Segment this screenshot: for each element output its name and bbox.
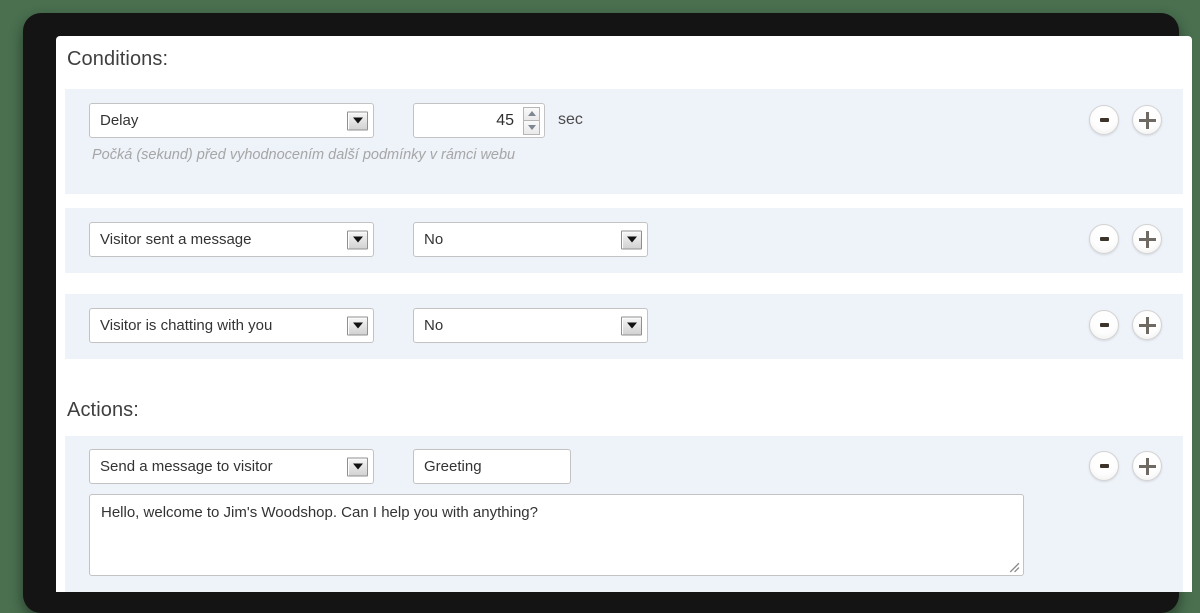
action-row-send-message: Send a message to visitor Greeting Hello… (65, 436, 1183, 592)
condition-row-visitor-chatting: Visitor is chatting with you No (65, 294, 1183, 359)
action-type-label: Send a message to visitor (100, 458, 273, 475)
condition-type-label-1: Visitor sent a message (100, 231, 252, 248)
minus-icon (1099, 464, 1109, 468)
action-message-value: Hello, welcome to Jim's Woodshop. Can I … (101, 504, 538, 521)
window-frame: Conditions: Delay 45 sec Počká (sekund) … (23, 13, 1192, 613)
add-action-button[interactable] (1132, 451, 1162, 481)
chevron-down-icon[interactable] (347, 111, 368, 130)
add-condition-button-1[interactable] (1132, 224, 1162, 254)
page-title-conditions: Conditions: (67, 48, 169, 70)
condition-type-label-0: Delay (100, 112, 139, 129)
condition-row-delay: Delay 45 sec Počká (sekund) před vyhodno… (65, 89, 1183, 194)
spinner-up-icon[interactable] (523, 106, 540, 120)
spinner-down-icon[interactable] (523, 120, 540, 135)
plus-icon (1138, 111, 1156, 129)
delay-unit-label: sec (558, 111, 583, 128)
chevron-down-icon[interactable] (347, 457, 368, 476)
minus-icon (1099, 237, 1109, 241)
condition-value-label-1: No (424, 231, 444, 248)
add-condition-button-2[interactable] (1132, 310, 1162, 340)
chevron-down-icon[interactable] (347, 230, 368, 249)
spinner-control[interactable] (523, 106, 540, 135)
minus-icon (1099, 118, 1109, 122)
settings-card: Conditions: Delay 45 sec Počká (sekund) … (56, 36, 1192, 592)
remove-condition-button-0[interactable] (1089, 105, 1119, 135)
condition-type-select-2[interactable]: Visitor is chatting with you (89, 308, 374, 343)
action-type-select[interactable]: Send a message to visitor (89, 449, 374, 484)
condition-type-label-2: Visitor is chatting with you (100, 317, 273, 334)
action-name-value: Greeting (424, 458, 482, 475)
resize-handle-icon[interactable] (1007, 560, 1020, 573)
plus-icon (1138, 316, 1156, 334)
chevron-down-icon[interactable] (621, 230, 642, 249)
condition-type-select-1[interactable]: Visitor sent a message (89, 222, 374, 257)
condition-value-label-2: No (424, 317, 444, 334)
minus-icon (1099, 323, 1109, 327)
condition-row-visitor-sent-message: Visitor sent a message No (65, 208, 1183, 273)
add-condition-button-0[interactable] (1132, 105, 1162, 135)
delay-value-input[interactable]: 45 (413, 103, 545, 138)
action-name-input[interactable]: Greeting (413, 449, 571, 484)
remove-action-button[interactable] (1089, 451, 1119, 481)
chevron-down-icon[interactable] (621, 316, 642, 335)
condition-value-select-2[interactable]: No (413, 308, 648, 343)
action-message-textarea[interactable]: Hello, welcome to Jim's Woodshop. Can I … (89, 494, 1024, 576)
delay-value: 45 (496, 111, 514, 129)
delay-hint-text: Počká (sekund) před vyhodnocením další p… (92, 147, 516, 163)
remove-condition-button-1[interactable] (1089, 224, 1119, 254)
remove-condition-button-2[interactable] (1089, 310, 1119, 340)
plus-icon (1138, 230, 1156, 248)
plus-icon (1138, 457, 1156, 475)
page-title-actions: Actions: (67, 399, 139, 421)
condition-type-select-0[interactable]: Delay (89, 103, 374, 138)
chevron-down-icon[interactable] (347, 316, 368, 335)
condition-value-select-1[interactable]: No (413, 222, 648, 257)
